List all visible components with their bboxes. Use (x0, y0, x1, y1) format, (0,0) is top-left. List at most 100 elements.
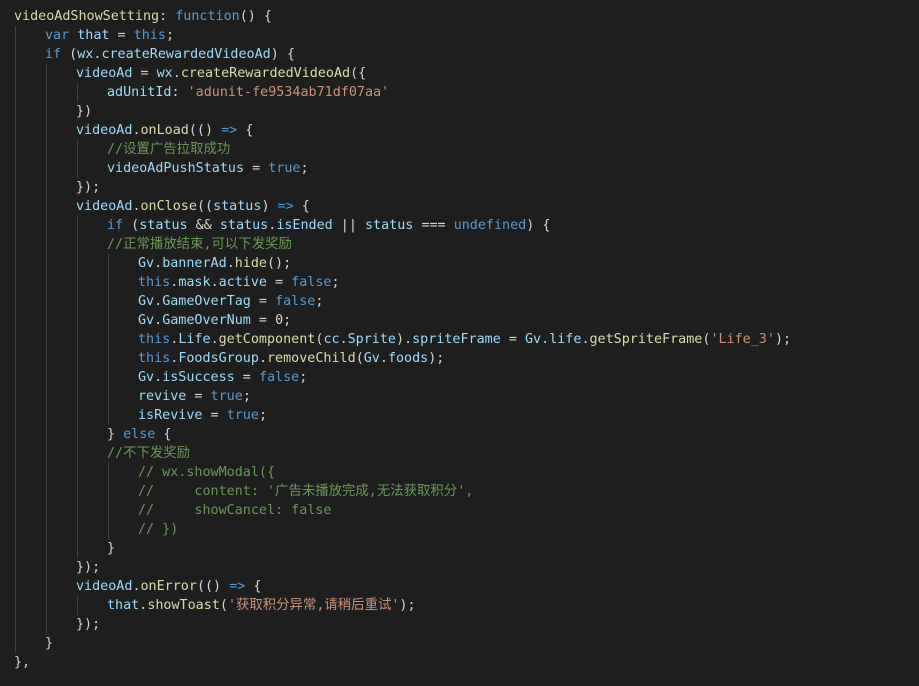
code-line[interactable]: videoAd = wx.createRewardedVideoAd({ (0, 64, 919, 83)
indent-guide (77, 406, 78, 425)
code-token: bannerAd (162, 256, 227, 271)
code-token: }); (76, 617, 101, 632)
code-line[interactable]: videoAd.onError(() => { (0, 577, 919, 596)
code-token: onError (140, 579, 197, 594)
code-line[interactable]: //正常播放结束,可以下发奖励 (0, 235, 919, 254)
code-line[interactable]: this.mask.active = false; (0, 273, 919, 292)
indent-guide (77, 292, 78, 311)
code-line[interactable]: var that = this; (0, 26, 919, 45)
code-content: }, (14, 655, 30, 670)
indent-guide (15, 292, 16, 311)
code-token: undefined (453, 218, 527, 233)
code-line[interactable]: videoAd.onLoad(() => { (0, 121, 919, 140)
indent-guide (15, 254, 16, 273)
code-line[interactable]: videoAdShowSetting: function() { (0, 7, 919, 26)
code-line[interactable]: // showCancel: false (0, 501, 919, 520)
code-content: }); (14, 180, 100, 195)
indent-guide (77, 387, 78, 406)
code-token: ); (428, 351, 445, 366)
code-line[interactable]: // wx.showModal({ (0, 463, 919, 482)
code-token: Gv (525, 332, 542, 347)
code-token: videoAd (76, 123, 133, 138)
code-line[interactable]: videoAd.onClose((status) => { (0, 197, 919, 216)
code-line[interactable]: }); (0, 615, 919, 634)
code-line[interactable]: } (0, 634, 919, 653)
indent-guide (15, 178, 16, 197)
indent-guide (15, 387, 16, 406)
indent-guide (108, 520, 109, 539)
code-token: if (107, 218, 124, 233)
indent-guide (15, 311, 16, 330)
code-token: . (379, 351, 388, 366)
indent-guide (46, 102, 47, 121)
code-token: wx (77, 47, 94, 62)
code-line[interactable]: Gv.GameOverTag = false; (0, 292, 919, 311)
code-token: status (139, 218, 188, 233)
code-token: Gv (138, 370, 155, 385)
code-line[interactable]: }) (0, 102, 919, 121)
indent-guide (46, 235, 47, 254)
code-line[interactable]: that.showToast('获取积分异常,请稍后重试'); (0, 596, 919, 615)
indent-guide (77, 235, 78, 254)
code-content: } (14, 541, 115, 556)
indent-guide (15, 102, 16, 121)
code-line[interactable]: adUnitId: 'adunit-fe9534ab71df07aa' (0, 83, 919, 102)
indent-guide (46, 482, 47, 501)
code-token: . (154, 313, 163, 328)
code-content: }); (14, 560, 100, 575)
code-token: showToast (147, 598, 220, 613)
indent-guide (46, 520, 47, 539)
code-line[interactable]: Gv.isSuccess = false; (0, 368, 919, 387)
indent-guide (77, 444, 78, 463)
code-line[interactable]: videoAdPushStatus = true; (0, 159, 919, 178)
code-token: ) (261, 199, 278, 214)
code-line[interactable]: isRevive = true; (0, 406, 919, 425)
code-token: //设置广告拉取成功 (107, 142, 231, 157)
indent-guide (46, 444, 47, 463)
code-line[interactable]: this.FoodsGroup.removeChild(Gv.foods); (0, 349, 919, 368)
code-token: mask (178, 275, 211, 290)
indent-guide (77, 501, 78, 520)
code-content: this.FoodsGroup.removeChild(Gv.foods); (14, 351, 444, 366)
indent-guide (46, 501, 47, 520)
indent-guide (15, 159, 16, 178)
indent-guide (77, 83, 78, 102)
indent-guide (77, 349, 78, 368)
code-content: that.showToast('获取积分异常,请稍后重试'); (14, 598, 416, 613)
code-token: Gv (363, 351, 380, 366)
code-token: wx (156, 66, 173, 81)
code-token: false (275, 294, 316, 309)
code-content: Gv.GameOverNum = 0; (14, 313, 291, 328)
code-token: . (541, 332, 550, 347)
code-line[interactable]: Gv.bannerAd.hide(); (0, 254, 919, 273)
code-token: // content: '广告未播放完成,无法获取积分', (138, 484, 474, 499)
code-token: }, (14, 655, 31, 670)
code-line[interactable]: // content: '广告未播放完成,无法获取积分', (0, 482, 919, 501)
code-line[interactable]: }, (0, 653, 919, 672)
code-token: . (154, 370, 163, 385)
indent-guide (108, 406, 109, 425)
code-line[interactable]: }); (0, 558, 919, 577)
code-line[interactable]: //不下发奖励 (0, 444, 919, 463)
code-line[interactable]: if (wx.createRewardedVideoAd) { (0, 45, 919, 64)
code-line[interactable]: // }) (0, 520, 919, 539)
code-content: this.Life.getComponent(cc.Sprite).sprite… (14, 332, 791, 347)
code-line[interactable]: this.Life.getComponent(cc.Sprite).sprite… (0, 330, 919, 349)
code-token: = (202, 408, 227, 423)
indent-guide (15, 121, 16, 140)
code-token: videoAd (76, 199, 133, 214)
code-line[interactable]: } (0, 539, 919, 558)
code-token: FoodsGroup (178, 351, 259, 366)
code-line[interactable]: //设置广告拉取成功 (0, 140, 919, 159)
code-line[interactable]: Gv.GameOverNum = 0; (0, 311, 919, 330)
code-token: var (45, 28, 70, 43)
code-token: Gv (138, 294, 155, 309)
code-token: adUnitId (107, 85, 172, 100)
code-editor[interactable]: videoAdShowSetting: function() {var that… (0, 0, 919, 686)
code-line[interactable]: revive = true; (0, 387, 919, 406)
code-line[interactable]: }); (0, 178, 919, 197)
code-content: revive = true; (14, 389, 251, 404)
code-line[interactable]: if (status && status.isEnded || status =… (0, 216, 919, 235)
code-line[interactable]: } else { (0, 425, 919, 444)
indent-guide (46, 83, 47, 102)
